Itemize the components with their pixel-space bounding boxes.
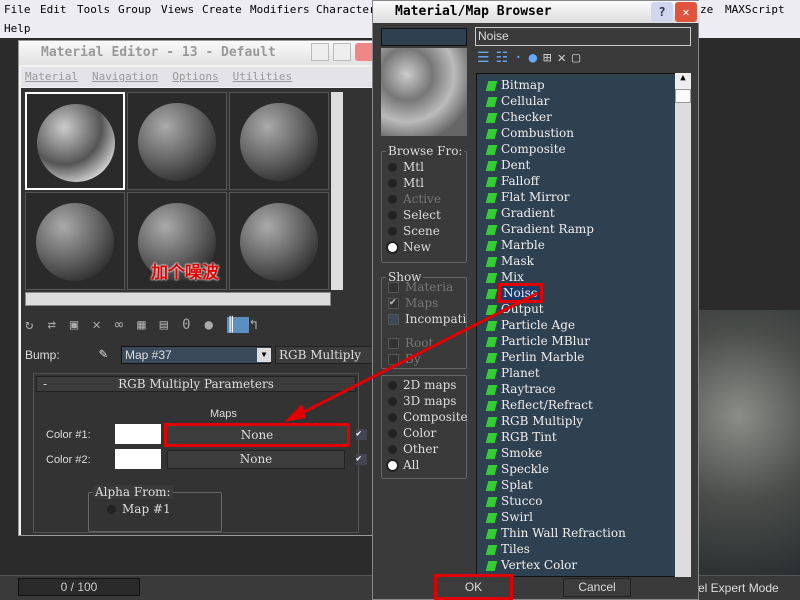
annotation-arrow (284, 291, 539, 422)
arrow-line (291, 291, 539, 420)
arrow-head (284, 404, 306, 422)
